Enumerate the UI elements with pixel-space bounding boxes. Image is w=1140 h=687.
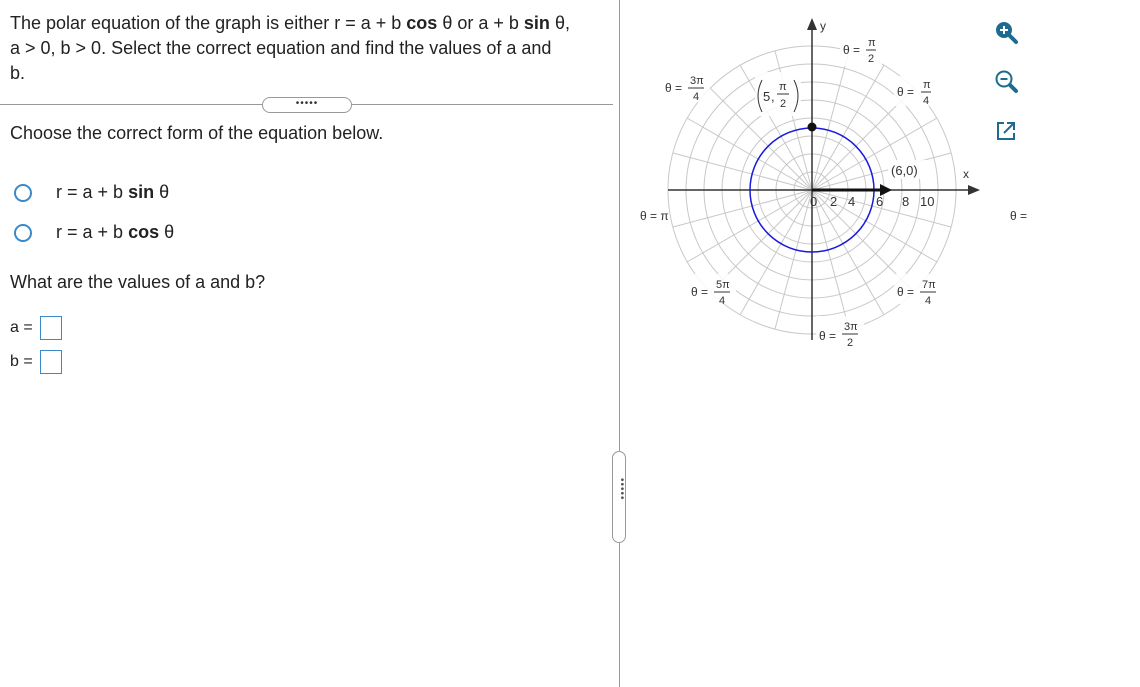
question-line3: b. (10, 63, 26, 83)
zoom-out-button[interactable] (988, 63, 1024, 99)
option-sin-post: θ (159, 182, 170, 202)
point-right-label: (6,0) (891, 163, 918, 178)
tick-0: 0 (810, 194, 817, 209)
angle-3pi-over-2: θ = 3π 2 (816, 316, 864, 349)
tick-8: 8 (902, 194, 909, 209)
resize-handle-dots: ••••• (616, 478, 627, 501)
polar-graph: y x 0 2 4 6 8 10 (6,0) 5 , π 2 θ = π 2 θ… (640, 18, 1030, 349)
svg-text:2: 2 (868, 53, 874, 65)
angle-7pi-over-4: θ = 7π 4 (894, 274, 942, 307)
point-top-pi: π (779, 81, 787, 93)
expand-ellipsis-button[interactable]: ••••• (262, 97, 352, 113)
y-axis-label: y (820, 19, 826, 33)
angle-pi-over-4: θ = π 4 (894, 76, 936, 107)
svg-text:4: 4 (925, 295, 931, 307)
svg-text:4: 4 (719, 295, 725, 307)
prompt-choose-form: Choose the correct form of the equation … (10, 123, 384, 143)
svg-text:θ =: θ = (691, 285, 708, 299)
point-top-r: 5 (763, 89, 770, 104)
svg-text:4: 4 (693, 91, 699, 103)
svg-text:θ =: θ = (665, 81, 682, 95)
question-panel: The polar equation of the graph is eithe… (0, 0, 620, 687)
angle-zero: θ = 0 (1010, 209, 1030, 223)
tick-2: 2 (830, 194, 837, 209)
question-line1: The polar equation of the graph is eithe… (10, 13, 402, 33)
svg-text:7π: 7π (922, 279, 936, 291)
answer-a-row: a = (10, 316, 62, 340)
point-top-label: 5 , π 2 (755, 72, 801, 116)
point-top (807, 122, 817, 132)
answer-b-input[interactable] (40, 350, 62, 374)
svg-text:,: , (771, 89, 775, 104)
option-sin-pre: r = a + b (56, 182, 124, 202)
option-cos[interactable]: r = a + b cos θ (14, 222, 174, 243)
answer-b-row: b = (10, 350, 62, 374)
svg-text:π: π (868, 37, 876, 49)
angle-pi-over-2: θ = π 2 (840, 34, 882, 66)
option-cos-pre: r = a + b (56, 222, 124, 242)
option-cos-post: θ (164, 222, 175, 242)
x-axis-label: x (963, 167, 969, 181)
tick-10: 10 (920, 194, 934, 209)
svg-text:π: π (923, 79, 931, 91)
svg-text:3π: 3π (690, 75, 704, 87)
option-cos-fn: cos (128, 222, 160, 242)
radio-sin[interactable] (14, 183, 32, 202)
question-mid: θ or a + b (442, 13, 519, 33)
angle-pi: θ = π (640, 209, 669, 223)
popout-icon (997, 122, 1015, 140)
question-text: The polar equation of the graph is eithe… (10, 11, 610, 86)
tick-6: 6 (876, 194, 883, 209)
answer-a-input[interactable] (40, 316, 62, 340)
angle-3pi-over-4: θ = 3π 4 (662, 72, 710, 103)
question-sin: sin (523, 13, 550, 33)
question-cos: cos (406, 13, 438, 33)
angle-5pi-over-4: θ = 5π 4 (688, 274, 736, 307)
panel-resize-handle[interactable]: ••••• (612, 451, 627, 543)
tick-4: 4 (848, 194, 855, 209)
question-line1-end: θ, (554, 13, 570, 33)
svg-text:θ =: θ = (897, 285, 914, 299)
svg-text:3π: 3π (844, 321, 858, 333)
zoom-in-button[interactable] (988, 14, 1024, 50)
option-sin[interactable]: r = a + b sin θ (14, 182, 169, 203)
popout-button[interactable] (988, 113, 1024, 149)
point-top-den: 2 (780, 98, 786, 110)
svg-text:θ =: θ = (819, 329, 836, 343)
svg-text:2: 2 (847, 337, 853, 349)
zoom-in-icon (996, 22, 1018, 44)
svg-text:θ =: θ = (843, 43, 860, 57)
svg-text:4: 4 (923, 95, 929, 107)
prompt-values: What are the values of a and b? (10, 272, 266, 292)
answer-b-label: b = (10, 353, 33, 370)
answer-a-label: a = (10, 319, 33, 336)
svg-text:θ =: θ = (897, 85, 914, 99)
option-sin-fn: sin (128, 182, 155, 202)
zoom-out-icon (995, 70, 1018, 93)
radio-cos[interactable] (14, 223, 32, 242)
svg-text:5π: 5π (716, 279, 730, 291)
panel-divider (619, 0, 620, 687)
question-line2: a > 0, b > 0. Select the correct equatio… (10, 38, 552, 58)
